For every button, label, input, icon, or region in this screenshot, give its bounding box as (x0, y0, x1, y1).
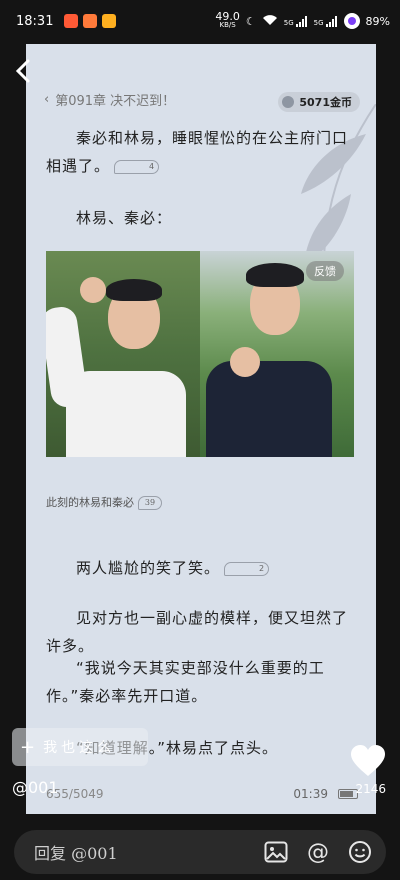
coin-icon (282, 96, 295, 108)
emoji-icon (349, 841, 371, 863)
image-icon (264, 841, 288, 863)
chevron-left-icon (15, 59, 30, 83)
notification-icons (64, 14, 116, 28)
paragraph: 林易、秦必： (76, 209, 173, 227)
paragraph: 秦必和林易，睡眼惺忪的在公主府门口相遇了。 4 (46, 129, 349, 175)
paragraph: 两人尴尬的笑了笑。 2 (46, 554, 356, 582)
status-time: 18:31 (16, 14, 54, 29)
feedback-button[interactable]: 反馈 (306, 261, 344, 281)
heart-icon (351, 745, 385, 776)
signal-icon: 5G (284, 15, 308, 27)
net-speed: 49.0 KB/S (215, 10, 240, 29)
photo-left (46, 251, 200, 457)
like-count: 2146 (355, 782, 386, 796)
reader-footer-status: 01:39 (293, 787, 358, 801)
like-button[interactable] (350, 744, 386, 780)
wifi-icon (262, 14, 278, 29)
app-notification-icon (102, 14, 116, 28)
moon-icon: ☾ (245, 14, 256, 28)
chapter-title[interactable]: ‹ 第091章 决不迟到！ (44, 90, 175, 109)
app-notification-icon (83, 14, 97, 28)
photo-right: 反馈 (200, 251, 354, 457)
comment-count-badge[interactable]: 2 (224, 561, 270, 576)
paragraph: 见对方也一副心虚的模样，便又坦然了许多。 (46, 609, 349, 655)
comment-count-badge[interactable]: 4 (114, 159, 160, 174)
status-right: 49.0 KB/S ☾ 5G 5G 89% (215, 10, 390, 30)
author-mention[interactable]: @001 (12, 778, 59, 797)
mention-button[interactable]: @ (304, 838, 332, 866)
signal-icon: 5G (314, 15, 338, 27)
battery-icon (343, 13, 360, 29)
favorite-overlay[interactable]: + 我也这么 (12, 728, 148, 766)
back-button[interactable] (14, 58, 44, 88)
app-notification-icon (64, 14, 78, 28)
emoji-button[interactable] (346, 838, 374, 866)
comment-count-badge[interactable]: 39 (138, 496, 162, 510)
image-caption: 此刻的林易和秦必 39 (46, 494, 162, 510)
battery-level: 89% (365, 14, 390, 28)
reader-page: ‹ 第091章 决不迟到！ 5071金币 秦必和林易，睡眼惺忪的在公主府门口相遇… (26, 44, 376, 814)
chevron-left-icon: ‹ (44, 92, 50, 107)
comment-bar: 回复 @001 @ (14, 830, 386, 874)
status-bar: 18:31 49.0 KB/S ☾ 5G 5G 89% (0, 0, 400, 44)
paragraph: “我说今天其实吏部没什么重要的工作。”秦必率先开口道。 (46, 659, 325, 705)
coin-balance[interactable]: 5071金币 (278, 92, 360, 112)
at-icon: @ (307, 839, 329, 865)
chapter-image[interactable]: 反馈 (46, 251, 354, 457)
plus-icon: + (20, 736, 36, 758)
comment-input[interactable]: 回复 @001 (34, 840, 248, 864)
reading-time: 01:39 (293, 787, 328, 801)
image-picker-button[interactable] (262, 838, 290, 866)
